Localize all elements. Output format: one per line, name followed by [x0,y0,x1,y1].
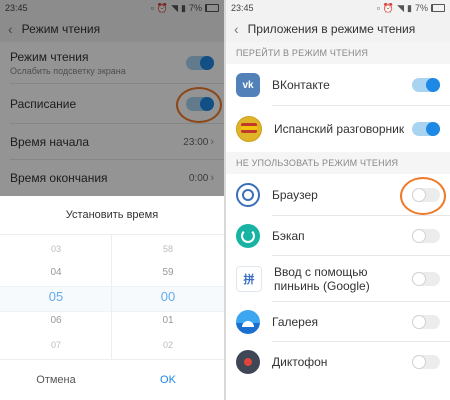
spanish-phrasebook-icon [236,116,262,142]
app-name: ВКонтакте [272,78,330,92]
recorder-icon [236,350,260,374]
app-name: Испанский разговорник [274,122,405,136]
section-header-no-reading-mode: НЕ УПОЛЬЗОВАТЬ РЕЖИМ ЧТЕНИЯ [226,152,450,174]
signal-icon: ▮ [407,2,412,13]
app-row-backup[interactable]: Бэкап [226,216,450,256]
app-row-gallery[interactable]: Галерея [226,302,450,342]
right-screen: 23:45 ▫ ⏰ ◥ ▮ 7% ‹ Приложения в режиме ч… [226,0,450,400]
section-header-reading-mode: ПЕРЕЙТИ В РЕЖИМ ЧТЕНИЯ [226,42,450,64]
time-picker: 03 04 05 06 07 58 59 00 01 02 [0,234,224,360]
pinyin-input-icon: 拼 [236,266,262,292]
gallery-icon [236,310,260,334]
app-row-spanish[interactable]: Испанский разговорник [226,106,450,152]
app-name: Ввод с помощью пиньинь (Google) [274,265,370,293]
page-title: Приложения в режиме чтения [247,22,416,36]
app-name: Бэкап [272,229,305,243]
time-picker-dialog: Установить время 03 04 05 06 07 58 59 00… [0,196,224,400]
hour-option[interactable]: 03 [51,239,61,259]
app-row-vk[interactable]: vk ВКонтакте [226,64,450,106]
app-name: Галерея [272,315,319,329]
app-name: Браузер [272,188,318,202]
app-toggle[interactable] [412,122,440,136]
status-bar: 23:45 ▫ ⏰ ◥ ▮ 7% [226,0,450,16]
dialog-actions: Отмена OK [0,360,224,400]
app-bar: ‹ Приложения в режиме чтения [226,16,450,42]
app-toggle[interactable] [412,78,440,92]
minute-option[interactable]: 59 [162,263,173,283]
app-toggle[interactable] [412,229,440,243]
alarm-icon: ⏰ [382,2,395,13]
app-row-pinyin[interactable]: 拼 Ввод с помощью пиньинь (Google) [226,256,450,302]
app-row-recorder[interactable]: Диктофон [226,342,450,382]
battery-percent: 7% [414,2,428,13]
app-toggle[interactable] [412,315,440,329]
app-name: Диктофон [272,355,328,369]
hour-option[interactable]: 07 [51,335,61,355]
status-time: 23:45 [231,3,254,13]
wifi-icon: ◥ [397,2,405,13]
back-arrow-icon[interactable]: ‹ [234,22,239,36]
backup-icon [236,224,260,248]
ok-button[interactable]: OK [112,360,224,400]
hour-option[interactable]: 04 [50,263,61,283]
app-toggle[interactable] [412,355,440,369]
minute-option[interactable]: 58 [163,239,173,259]
cancel-button[interactable]: Отмена [0,360,112,400]
dialog-title: Установить время [65,209,159,221]
minute-option[interactable]: 02 [163,335,173,355]
app-toggle[interactable] [412,272,440,286]
browser-icon [236,183,260,207]
left-screen: 23:45 ▫ ⏰ ◥ ▮ 7% ‹ Режим чтения Режим чт… [0,0,224,400]
no-sim-icon: ▫ [376,2,380,13]
battery-icon [431,4,445,12]
status-icons: ▫ ⏰ ◥ ▮ 7% [376,2,445,13]
app-row-browser[interactable]: Браузер [226,174,450,216]
hour-option[interactable]: 06 [50,311,61,331]
minute-option[interactable]: 01 [162,311,173,331]
highlight-circle [400,177,446,215]
vk-icon: vk [236,73,260,97]
